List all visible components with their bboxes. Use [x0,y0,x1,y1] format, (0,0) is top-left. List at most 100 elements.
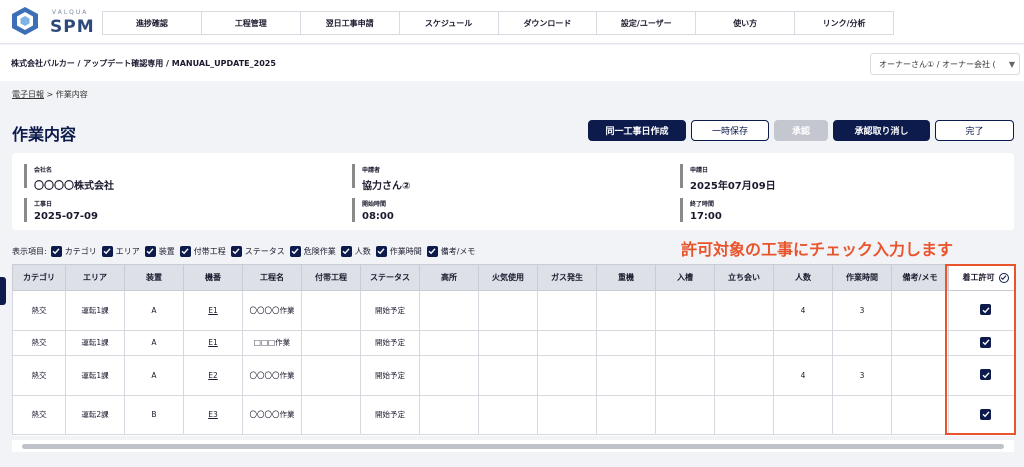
temp-save-button[interactable]: 一時保存 [691,120,769,141]
cell-witness [714,355,774,396]
checkbox-checked-icon [179,245,191,257]
cell-machine-link[interactable]: E1 [183,290,243,331]
checkbox-checked-icon [426,245,438,257]
nav-download[interactable]: ダウンロード [499,12,598,34]
nav-schedule[interactable]: スケジュール [400,12,499,34]
permit-checkbox[interactable] [980,408,991,420]
cell-machine-link[interactable]: E3 [183,395,243,435]
cell-area: 運転1課 [65,330,125,356]
checkbox-checked-icon [230,245,242,257]
select-all-check-icon[interactable] [998,272,1009,283]
cell-heavy-machine [596,355,656,396]
cell-witness [714,330,774,356]
main-nav: 進捗確認 工程管理 翌日工事申請 スケジュール ダウンロード 設定/ユーザー 使… [102,11,894,35]
cell-category: 熱交 [12,330,66,356]
cell-notes [891,290,949,331]
logo-subtext: VALQUA [52,9,89,16]
display-toggle-label: 人数 [354,246,371,256]
display-toggle-status[interactable]: ステータス [230,245,285,257]
cell-start-permit [948,355,1014,396]
col-header-sub-process: 付帯工程 [301,264,361,291]
same-day-create-button[interactable]: 同一工事日作成 [588,120,686,141]
col-header-machine: 機番 [183,264,243,291]
permit-checkbox[interactable] [980,336,991,348]
col-header-tank-entry: 入槽 [655,264,715,291]
cell-start-permit [948,290,1014,331]
cell-tank-entry [655,395,715,435]
cell-fire-use [478,290,538,331]
cell-machine-link[interactable]: E1 [183,330,243,356]
applicant-label: 申請者 [362,167,381,174]
display-toggle-hours[interactable]: 作業時間 [375,245,422,257]
display-toggle-category[interactable]: カテゴリ [50,245,97,257]
cell-hours [832,395,892,435]
cell-sub-process [301,330,361,356]
instruction-annotation: 許可対象の工事にチェック入力します [681,240,954,259]
cell-people [773,330,833,356]
scrollbar-thumb[interactable] [22,444,1004,449]
owner-select-value: オーナーさん① / オーナー会社 ( [879,59,996,69]
cell-process: 〇〇〇〇作業 [242,395,302,435]
cell-height-work [419,395,479,435]
nav-settings[interactable]: 設定/ユーザー [597,12,697,34]
top-bar: VALQUA SPM 進捗確認 工程管理 翌日工事申請 スケジュール ダウンロー… [0,0,1024,44]
end-time-value: 17:00 [690,211,722,222]
display-toggle-people[interactable]: 人数 [340,245,371,257]
cell-notes [891,395,949,435]
approve-button[interactable]: 承認 [774,120,828,141]
cancel-approve-button[interactable]: 承認取り消し [833,120,930,141]
display-toggle-area[interactable]: エリア [101,245,140,257]
cell-area: 運転1課 [65,290,125,331]
breadcrumb-current: 作業内容 [55,90,88,99]
nav-next-day-request[interactable]: 翌日工事申請 [301,12,400,34]
cell-people: 4 [773,355,833,396]
col-header-fire-use: 火気使用 [478,264,538,291]
display-toggle-device[interactable]: 装置 [144,245,175,257]
done-button[interactable]: 完了 [935,120,1014,141]
cell-height-work [419,290,479,331]
col-header-start-permit[interactable]: 着工許可 [948,264,1014,291]
company-label: 会社名 [34,167,53,174]
display-toggle-hazard[interactable]: 危険作業 [289,245,336,257]
nav-process[interactable]: 工程管理 [202,12,301,34]
logo[interactable]: VALQUA SPM [10,6,94,38]
cell-sub-process [301,355,361,396]
owner-select[interactable]: オーナーさん① / オーナー会社 ( ▼ [870,53,1020,75]
side-panel-toggle[interactable] [0,277,6,305]
col-header-area: エリア [65,264,125,291]
nav-progress[interactable]: 進捗確認 [103,12,202,34]
work-table: カテゴリ エリア 装置 機番 工程名 付帯工程 ステータス 高所 火気使用 ガス… [12,264,1014,436]
logo-mark-icon [12,7,38,35]
cell-sub-process [301,290,361,331]
checkbox-checked-icon [289,245,301,257]
cell-height-work [419,330,479,356]
display-toggle-label: 危険作業 [303,246,336,256]
applicant-field: 申請者 協力さん② [352,164,410,192]
cell-process: □□□作業 [242,330,302,356]
cell-gas [537,330,597,356]
checkbox-checked-icon [340,245,352,257]
cell-sub-process [301,395,361,435]
cell-people: 4 [773,290,833,331]
cell-fire-use [478,330,538,356]
permit-checkbox[interactable] [980,304,991,316]
company-value: 〇〇〇〇株式会社 [34,181,114,192]
cell-machine-link[interactable]: E2 [183,355,243,396]
applicant-value: 協力さん② [362,181,411,192]
permit-checkbox[interactable] [980,369,991,381]
display-toggle-label: 備考/メモ [440,246,476,256]
col-header-heavy-machine: 重機 [596,264,656,291]
work-date-label: 工事日 [34,201,53,208]
cell-hours: 3 [832,290,892,331]
display-toggle-label: 装置 [158,246,175,256]
nav-links[interactable]: リンク/分析 [795,12,893,34]
cell-device: A [124,330,184,356]
col-header-people: 人数 [773,264,833,291]
display-toggle-sub-process[interactable]: 付帯工程 [179,245,226,257]
nav-howto[interactable]: 使い方 [696,12,796,34]
display-toggle-notes[interactable]: 備考/メモ [426,245,476,257]
table-row: 熱交 運転2課 B E3 〇〇〇〇作業 開始予定 [12,395,1014,435]
breadcrumb-link-daily-report[interactable]: 電子日報 [12,90,44,99]
work-date-field: 工事日 2025-07-09 [24,198,98,222]
display-toggle-label: ステータス [244,246,285,256]
